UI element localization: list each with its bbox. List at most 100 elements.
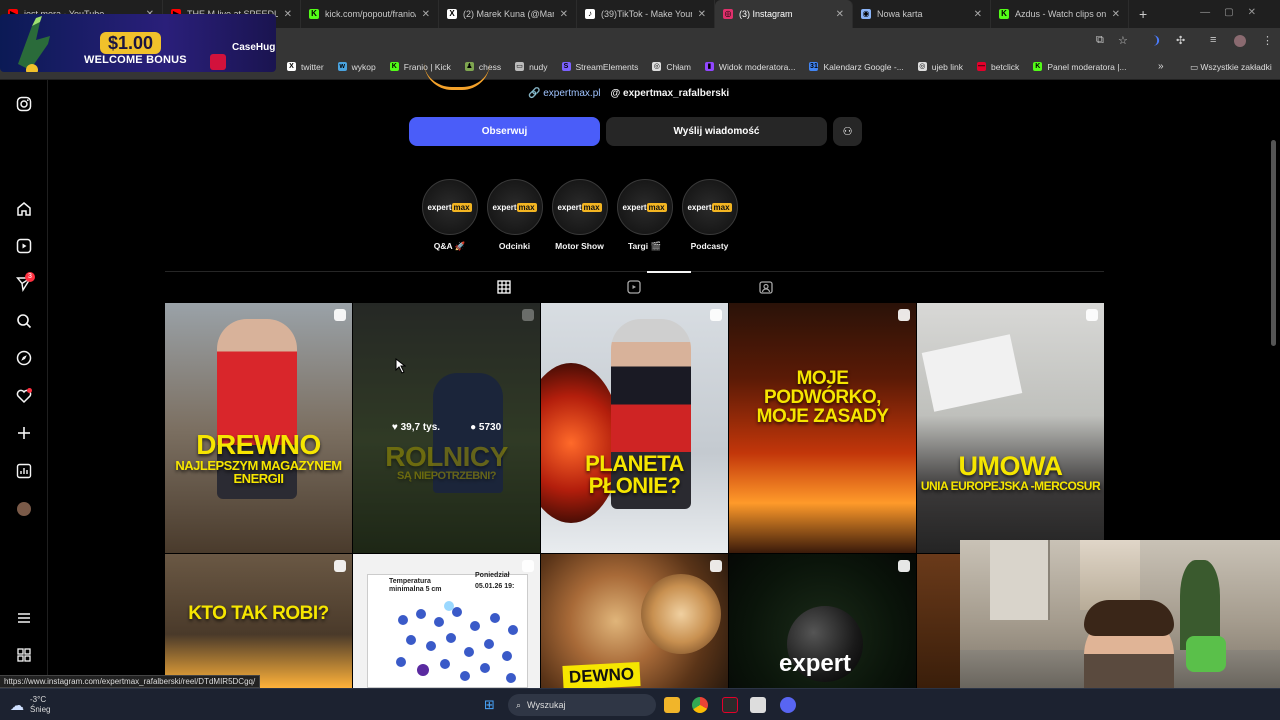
search-icon[interactable] (15, 313, 33, 331)
tab-title: (2) Marek Kuna (@Marek (463, 9, 554, 19)
browser-tab[interactable]: ◉ Nowa karta ✕ (853, 0, 991, 28)
reel-icon (710, 309, 722, 321)
close-tab-icon[interactable]: ✕ (422, 9, 430, 20)
app-icon[interactable] (722, 697, 738, 713)
likes-count: ♥ 39,7 tys. (391, 422, 441, 433)
post-caption: PLANETA PŁONIE? (585, 451, 684, 498)
bookmark-item[interactable]: ◎ Chłam (652, 62, 691, 72)
carousel-icon (334, 309, 346, 321)
post-tile[interactable]: PLANETA PŁONIE? (541, 303, 728, 553)
messages-icon[interactable]: 3 (15, 272, 35, 294)
highlight-cover: expert max (616, 179, 673, 235)
browser-tab[interactable]: Kkick.com/popout/franio/c ✕ (301, 0, 439, 28)
menu-kebab-icon[interactable]: ⋮ (1262, 34, 1273, 47)
profile-avatar-icon[interactable] (15, 500, 33, 518)
reel-icon (710, 560, 722, 572)
bookmark-icon: ◎ (917, 62, 927, 71)
menu-hamburger-icon[interactable] (15, 610, 33, 628)
highlight-item[interactable]: expert max Podcasty (677, 179, 742, 252)
highlight-item[interactable]: expert max Motor Show (547, 179, 612, 252)
taskbar-search[interactable]: ⌕ Wyszukaj (508, 694, 656, 716)
highlight-cover: expert max (551, 179, 608, 235)
instagram-sidebar: 3 (0, 80, 48, 688)
website-link[interactable]: 🔗 expertmax.pl (528, 88, 600, 99)
extension-icon[interactable]: ❩ (1152, 34, 1161, 47)
create-plus-icon[interactable] (15, 425, 33, 443)
home-icon[interactable] (15, 201, 33, 219)
bookmark-item[interactable]: 31 Kalendarz Google -... (809, 62, 904, 72)
highlight-cover: expert max (421, 179, 478, 235)
bookmark-icon: ▭ (515, 62, 525, 71)
weather-widget[interactable]: ☁ -3°C Śnieg (10, 695, 50, 715)
chrome-icon[interactable] (692, 697, 708, 713)
post-tile[interactable]: DEWNO (541, 554, 728, 688)
close-tab-icon[interactable]: ✕ (1112, 9, 1120, 20)
windows-start-icon[interactable]: ⊞ (484, 697, 495, 713)
browser-tab[interactable]: ♪ (39)TikTok - Make Your D ✕ (577, 0, 715, 28)
bookmark-icon: w (337, 62, 347, 71)
promo-banner[interactable]: $1.00 WELCOME BONUS CaseHug (0, 14, 276, 72)
close-tab-icon[interactable]: ✕ (560, 9, 568, 20)
notifications-heart-icon[interactable] (15, 388, 33, 406)
tab-tagged-icon[interactable] (759, 280, 773, 297)
promo-amount: $1.00 (100, 32, 162, 54)
bookmark-star-icon[interactable]: ☆ (1118, 34, 1128, 47)
follow-button[interactable]: Obserwuj (409, 117, 600, 146)
post-tile[interactable]: DREWNO NAJLEPSZYM MAGAZYNEM ENERGII (165, 303, 352, 553)
post-tile[interactable]: expert (729, 554, 916, 688)
bookmark-item[interactable]: ▮ Widok moderatora... (704, 62, 795, 72)
highlight-item[interactable]: expert max Q&A 🚀 (417, 179, 482, 252)
map-date: Poniedział 05.01.26 19: (475, 572, 515, 591)
bookmark-item[interactable]: — betclick (976, 62, 1019, 72)
tab-search-icon[interactable]: ≡ (1210, 34, 1216, 46)
browser-tab[interactable]: ◎ (3) Instagram ✕ (715, 0, 853, 28)
post-tile[interactable]: KTO TAK ROBI? (165, 554, 352, 688)
new-tab-button[interactable]: + (1139, 6, 1147, 22)
all-bookmarks-folder[interactable]: ▭ Wszystkie zakładki (1190, 62, 1272, 73)
more-bookmarks-icon[interactable]: » (1158, 61, 1164, 72)
bookmark-item[interactable]: K Panel moderatora |... (1033, 62, 1127, 72)
also-from-meta-icon[interactable] (15, 647, 33, 665)
highlight-cover: expert max (486, 179, 543, 235)
post-tile[interactable] (917, 554, 961, 688)
post-tile[interactable]: UMOWA UNIA EUROPEJSKA -MERCOSUR (917, 303, 1104, 553)
message-button[interactable]: Wyślij wiadomość (606, 117, 827, 146)
highlight-item[interactable]: expert max Targi 🎬 (612, 179, 677, 252)
tab-title: kick.com/popout/franio/c (325, 9, 416, 19)
reels-icon[interactable] (15, 238, 33, 256)
browser-tab[interactable]: K Azdus - Watch clips on K ✕ (991, 0, 1129, 28)
tab-reels-icon[interactable] (627, 280, 641, 297)
highlight-cover: expert max (681, 179, 738, 235)
bookmark-item[interactable]: Xtwitter (287, 62, 324, 72)
post-tile-hovered[interactable]: ROLNICY SĄ NIEPOTRZEBNI? ♥ 39,7 tys. ● 57… (353, 303, 540, 553)
threads-link[interactable]: @ expertmax_rafalberski (610, 88, 729, 99)
discord-icon[interactable] (780, 697, 796, 713)
mouse-cursor-icon (395, 358, 406, 374)
bookmark-icon: ◎ (652, 62, 662, 71)
close-tab-icon[interactable]: ✕ (974, 9, 982, 20)
expertmax-logo: expert max (492, 202, 537, 212)
bookmark-item[interactable]: ▭ nudy (515, 62, 548, 72)
suggest-user-button[interactable]: ⚇ (833, 117, 862, 146)
browser-tab[interactable]: X (2) Marek Kuna (@Marek ✕ (439, 0, 577, 28)
bookmark-item[interactable]: ◎ ujeb link (917, 62, 963, 72)
instagram-logo-icon[interactable] (15, 96, 33, 114)
install-icon[interactable]: ⧉ (1096, 34, 1104, 47)
tab-posts-grid-icon[interactable] (497, 280, 511, 297)
profile-avatar[interactable] (1234, 35, 1246, 47)
page-scrollbar[interactable] (1271, 140, 1276, 346)
app-icon[interactable] (750, 697, 766, 713)
bookmark-item[interactable]: S StreamElements (561, 62, 638, 72)
close-tab-icon[interactable]: ✕ (284, 9, 292, 20)
bookmark-item[interactable]: w wykop (337, 62, 376, 72)
window-controls[interactable]: —▢✕ (1200, 7, 1270, 18)
highlight-item[interactable]: expert max Odcinki (482, 179, 547, 252)
post-tile[interactable]: Temperatura minimalna 5 cm Poniedział 05… (353, 554, 540, 688)
extensions-puzzle-icon[interactable]: ✣ (1176, 34, 1185, 47)
file-explorer-icon[interactable] (664, 697, 680, 713)
close-tab-icon[interactable]: ✕ (698, 9, 706, 20)
post-tile[interactable]: MOJE PODWÓRKO, MOJE ZASADY (729, 303, 916, 553)
explore-compass-icon[interactable] (15, 350, 33, 368)
dashboard-chart-icon[interactable] (15, 463, 33, 481)
close-tab-icon[interactable]: ✕ (836, 9, 844, 20)
